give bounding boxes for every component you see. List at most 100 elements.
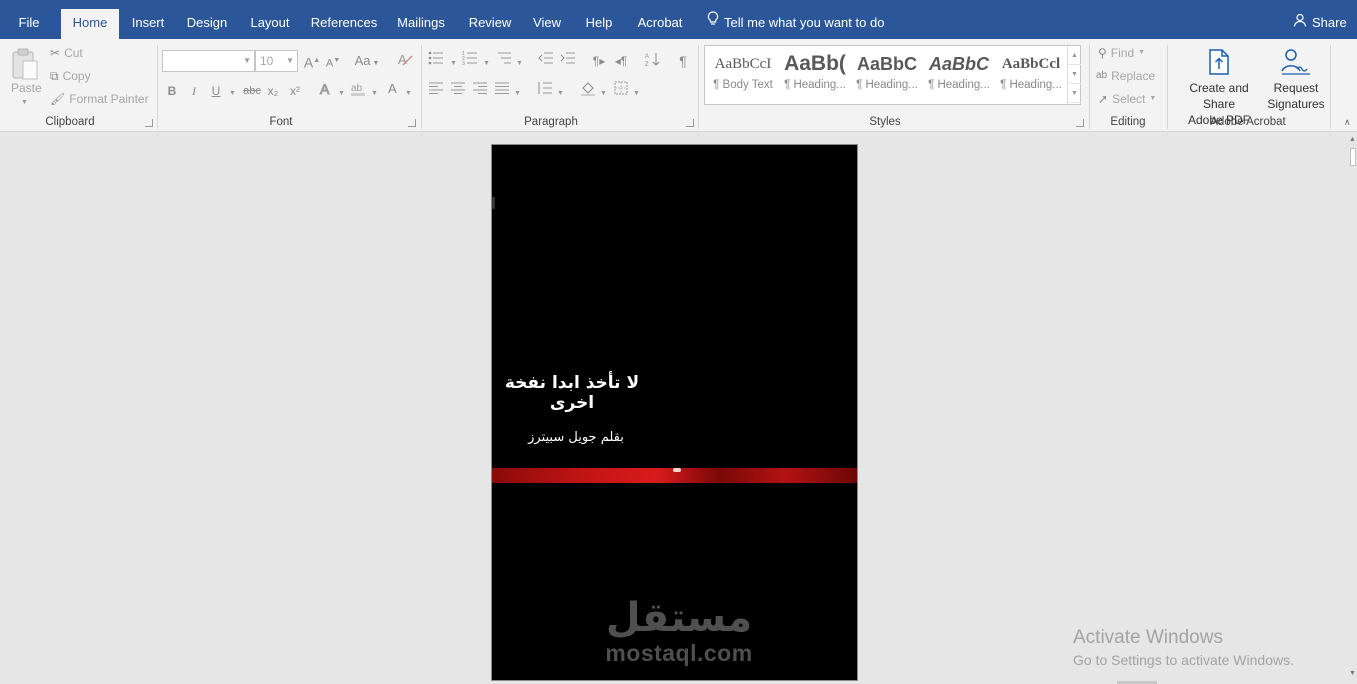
- scroll-down-icon[interactable]: ▼: [1349, 670, 1356, 677]
- tab-insert[interactable]: Insert: [126, 9, 170, 39]
- font-family-combo[interactable]: ▼: [162, 50, 255, 72]
- font-color-icon[interactable]: A: [383, 81, 403, 101]
- tab-view[interactable]: View: [529, 9, 565, 39]
- tab-home[interactable]: Home: [61, 9, 119, 39]
- replace-label: Replace: [1111, 69, 1156, 83]
- copy-icon: ⧉: [50, 69, 59, 83]
- numbering-dropdown-icon[interactable]: ▼: [483, 60, 490, 67]
- text-effects-icon[interactable]: A: [316, 81, 336, 101]
- numbering-icon[interactable]: 123: [460, 51, 480, 71]
- lightbulb-icon: [707, 9, 719, 37]
- multilevel-list-icon[interactable]: [494, 51, 514, 71]
- underline-button[interactable]: U: [206, 81, 226, 101]
- font-size-combo[interactable]: 10 ▼: [255, 50, 298, 72]
- bullets-icon[interactable]: [426, 51, 446, 71]
- tab-acrobat[interactable]: Acrobat: [632, 9, 688, 39]
- gallery-more-icon[interactable]: ▼: [1068, 84, 1081, 103]
- shading-dropdown-icon[interactable]: ▼: [600, 90, 607, 97]
- mostaql-watermark: مستقل mostaql.com: [596, 596, 762, 666]
- tab-help[interactable]: Help: [580, 9, 618, 39]
- shading-icon[interactable]: [578, 81, 598, 101]
- italic-button[interactable]: I: [184, 81, 204, 101]
- acrobat-group-label: Adobe Acrobat: [1210, 116, 1286, 128]
- line-spacing-dropdown-icon[interactable]: ▼: [557, 90, 564, 97]
- underline-dropdown-icon[interactable]: ▼: [229, 90, 236, 97]
- request-signatures-button[interactable]: Request Signatures: [1266, 47, 1326, 112]
- superscript-button[interactable]: x²: [285, 81, 305, 101]
- chevron-down-icon: ▼: [1149, 95, 1157, 102]
- tab-design[interactable]: Design: [182, 9, 232, 39]
- highlighter-icon[interactable]: ab: [348, 81, 368, 101]
- bold-button[interactable]: B: [162, 81, 182, 101]
- activate-line1: Activate Windows: [1073, 627, 1223, 648]
- copy-button[interactable]: ⧉ Copy: [50, 66, 91, 86]
- ltr-direction-icon[interactable]: ¶▸: [589, 51, 609, 71]
- align-left-icon[interactable]: [426, 81, 446, 101]
- paragraph-launcher-icon[interactable]: [686, 119, 694, 127]
- bullets-dropdown-icon[interactable]: ▼: [450, 60, 457, 67]
- borders-icon[interactable]: [611, 81, 631, 101]
- align-right-icon[interactable]: [470, 81, 490, 101]
- style-heading-2[interactable]: AaBbC ¶ Heading...: [853, 49, 921, 101]
- styles-launcher-icon[interactable]: [1076, 119, 1084, 127]
- document-title[interactable]: لا تأخذ ابدا نفخة اخرى: [497, 373, 647, 413]
- find-button[interactable]: ⚲ Find ▼: [1098, 43, 1145, 63]
- subscript-button[interactable]: x₂: [263, 81, 283, 101]
- rtl-direction-icon[interactable]: ◂¶: [611, 51, 631, 71]
- share-button[interactable]: Share: [1293, 9, 1347, 37]
- line-spacing-icon[interactable]: [535, 81, 555, 101]
- style-heading-3[interactable]: AaBbC ¶ Heading...: [925, 49, 993, 101]
- style-sample: AaBbC: [856, 54, 917, 74]
- red-image-band[interactable]: [492, 468, 857, 483]
- scroll-up-icon[interactable]: ▲: [1349, 136, 1356, 143]
- sort-icon[interactable]: AZ: [643, 51, 663, 71]
- multilevel-dropdown-icon[interactable]: ▼: [516, 60, 523, 67]
- justify-icon[interactable]: [492, 81, 512, 101]
- justify-dropdown-icon[interactable]: ▼: [514, 90, 521, 97]
- style-heading-1[interactable]: AaBb( ¶ Heading...: [781, 49, 849, 101]
- svg-text:3: 3: [462, 61, 465, 65]
- scroll-thumb[interactable]: [1350, 148, 1356, 166]
- chevron-down-icon[interactable]: ▼: [1068, 65, 1081, 84]
- tab-references[interactable]: References: [308, 9, 380, 39]
- change-case-button[interactable]: Aa ▼: [352, 51, 382, 71]
- scissors-icon: ✂: [50, 46, 61, 60]
- cut-button[interactable]: ✂ Cut: [50, 43, 83, 63]
- pilcrow-icon[interactable]: ¶: [673, 51, 693, 71]
- gallery-scroll[interactable]: ▲ ▼ ▼: [1067, 46, 1081, 104]
- font-launcher-icon[interactable]: [408, 119, 416, 127]
- select-label: Select: [1112, 92, 1146, 106]
- text-effects-dropdown-icon[interactable]: ▼: [338, 90, 345, 97]
- tab-file[interactable]: File: [8, 9, 50, 39]
- tab-review[interactable]: Review: [463, 9, 517, 39]
- vertical-scrollbar[interactable]: ▲ ▼: [1349, 132, 1357, 684]
- clear-formatting-icon[interactable]: A: [395, 51, 415, 71]
- style-heading-4[interactable]: AaBbCcl ¶ Heading...: [997, 49, 1065, 101]
- document-author[interactable]: بقلم جويل سبيترز: [526, 430, 626, 445]
- collapse-ribbon-icon[interactable]: ∧: [1344, 117, 1351, 128]
- increase-indent-icon[interactable]: [558, 51, 578, 71]
- align-center-icon[interactable]: [448, 81, 468, 101]
- cut-label: Cut: [64, 46, 83, 60]
- highlight-dropdown-icon[interactable]: ▼: [371, 90, 378, 97]
- signature-icon: [1266, 47, 1326, 80]
- grow-font-button[interactable]: A▲: [302, 51, 322, 71]
- borders-dropdown-icon[interactable]: ▼: [633, 90, 640, 97]
- clipboard-launcher-icon[interactable]: [145, 119, 153, 127]
- chevron-down-icon: ▼: [286, 56, 294, 65]
- paintbrush-icon: 🖌: [50, 92, 66, 106]
- shrink-font-button[interactable]: A▼: [323, 51, 343, 71]
- pdf-export-icon: [1172, 47, 1266, 80]
- tell-me-search[interactable]: Tell me what you want to do: [707, 9, 884, 37]
- tab-layout[interactable]: Layout: [244, 9, 296, 39]
- format-painter-button[interactable]: 🖌 Format Painter: [50, 89, 149, 109]
- menu-bar: File Home Insert Design Layout Reference…: [0, 0, 1357, 39]
- select-button[interactable]: ➚ Select ▼: [1098, 89, 1156, 109]
- replace-button[interactable]: ab Replace: [1096, 66, 1155, 86]
- strikethrough-button[interactable]: abc: [240, 81, 264, 101]
- tab-mailings[interactable]: Mailings: [392, 9, 450, 39]
- style-body-text[interactable]: AaBbCcI ¶ Body Text: [709, 49, 777, 101]
- decrease-indent-icon[interactable]: [536, 51, 556, 71]
- font-color-dropdown-icon[interactable]: ▼: [405, 90, 412, 97]
- chevron-up-icon[interactable]: ▲: [1068, 46, 1081, 65]
